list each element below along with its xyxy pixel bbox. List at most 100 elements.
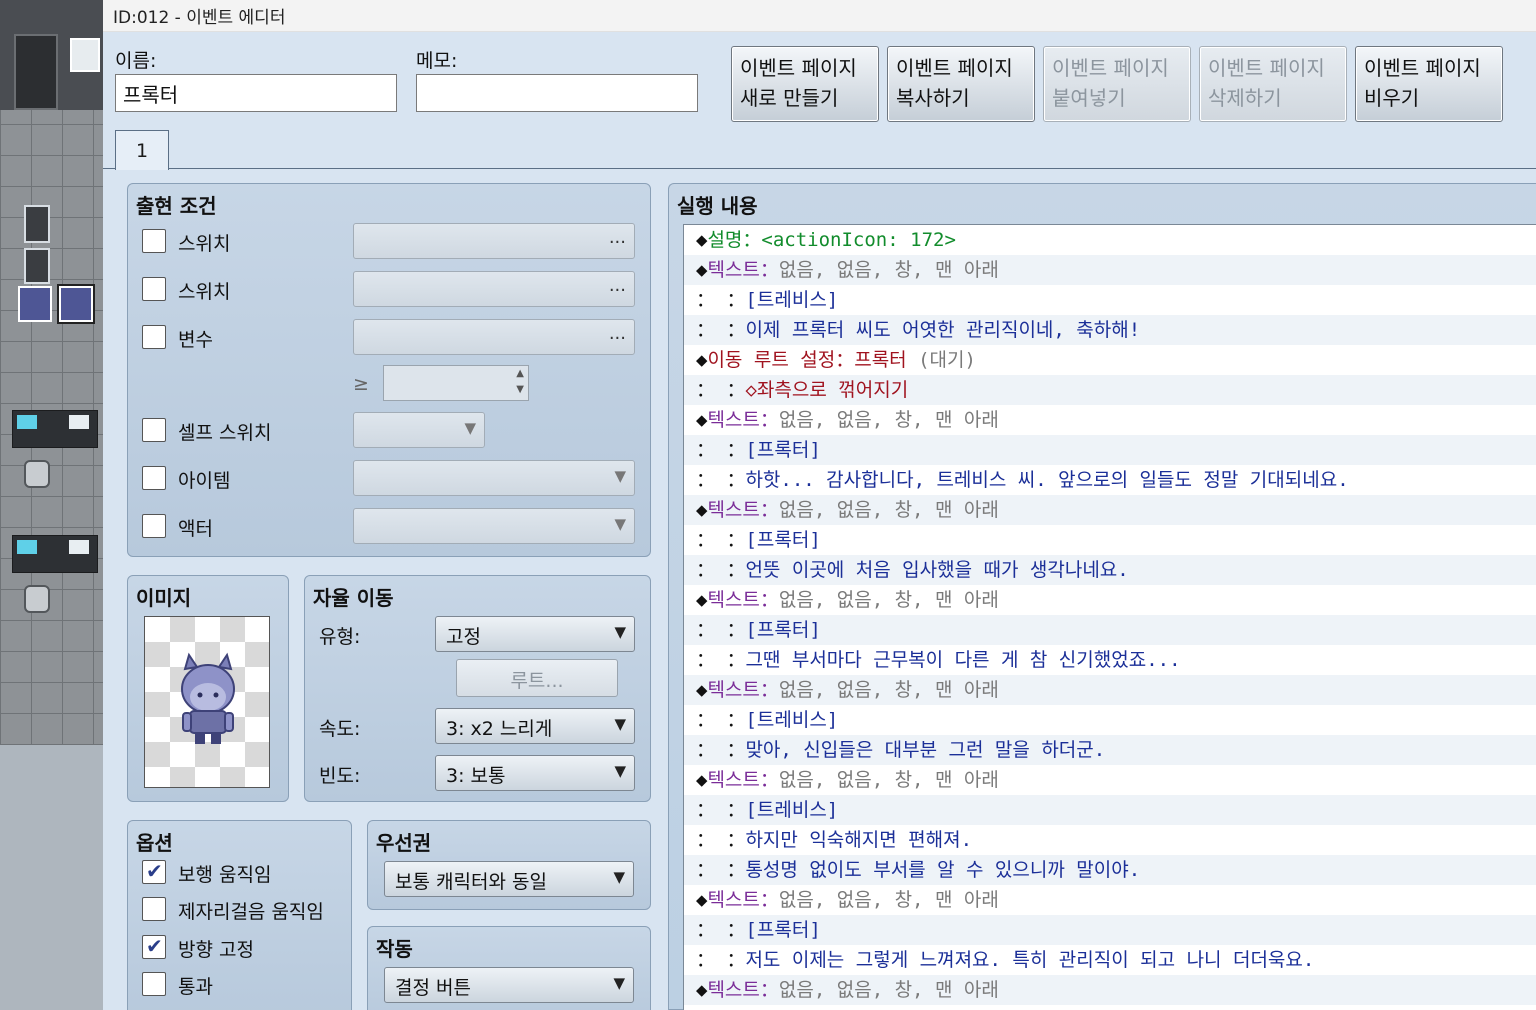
switch1-label: 스위치	[178, 233, 231, 255]
map-chair-icon	[24, 205, 50, 243]
move-speed-select[interactable]: 3: x2 느리게 ▼	[435, 708, 635, 744]
window-title: ID:012 - 이벤트 에디터	[113, 8, 286, 28]
name-input[interactable]: 프록터	[115, 74, 397, 112]
self-switch-select[interactable]: ▼	[353, 412, 485, 448]
command-row[interactable]: ◆텍스트：없음, 없음, 창, 맨 아래	[684, 255, 1536, 285]
gte-symbol: ≥	[353, 373, 369, 395]
delete-page-button-line2: 삭제하기	[1208, 86, 1282, 110]
route-button[interactable]: 루트...	[456, 659, 618, 697]
command-row[interactable]: ： ：언뜻 이곳에 처음 입사했을 때가 생각나네요.	[684, 555, 1536, 585]
command-segment: ◇좌측으로 꺾어지기	[745, 379, 909, 401]
command-row[interactable]: ◆텍스트：없음, 없음, 창, 맨 아래	[684, 885, 1536, 915]
command-segment: 텍스트：	[707, 589, 779, 611]
move-type-select[interactable]: 고정 ▼	[435, 616, 635, 652]
command-row[interactable]: ： ：그땐 부서마다 근무복이 다른 게 참 신기했었죠...	[684, 645, 1536, 675]
variable-value-spinner[interactable]: ▲ ▼	[383, 365, 529, 401]
command-segment: ： ：	[696, 529, 746, 551]
map-event-character[interactable]	[18, 286, 52, 322]
map-desk-icon	[12, 535, 98, 573]
autonomous-movement-title: 자율 이동	[313, 586, 394, 610]
stepping-animation-checkbox[interactable]	[142, 897, 166, 921]
command-segment: 텍스트：	[707, 259, 779, 281]
command-row[interactable]: ： ：[프록터]	[684, 525, 1536, 555]
command-segment: 텍스트：	[707, 499, 779, 521]
command-row[interactable]: ： ：[트레비스]	[684, 705, 1536, 735]
command-row[interactable]: ◆설명：<actionIcon: 172>	[684, 225, 1536, 255]
actor-checkbox[interactable]	[142, 514, 166, 538]
priority-select[interactable]: 보통 캐릭터와 동일 ▼	[384, 861, 634, 897]
map-event-character-selected[interactable]	[57, 284, 95, 324]
command-segment: 없음, 없음, 창, 맨 아래	[778, 259, 999, 281]
command-row[interactable]: ◆텍스트：없음, 없음, 창, 맨 아래	[684, 495, 1536, 525]
direction-fix-checkbox[interactable]	[142, 934, 166, 959]
paste-page-button[interactable]: 이벤트 페이지 붙여넣기	[1043, 46, 1191, 122]
self-switch-checkbox[interactable]	[142, 418, 166, 442]
command-segment: 저도 이제는 그렇게 느껴져요. 특히 관리직이 되고 나니 더더욱요.	[745, 949, 1315, 971]
command-segment: 없음, 없음, 창, 맨 아래	[778, 409, 999, 431]
character-image-selector[interactable]	[144, 616, 270, 788]
command-row[interactable]: ： ：맞아, 신입들은 대부분 그런 말을 하더군.	[684, 735, 1536, 765]
command-row[interactable]: ： ：저도 이제는 그렇게 느껴져요. 특히 관리직이 되고 나니 더더욱요.	[684, 945, 1536, 975]
command-row[interactable]: ： ：하핫... 감사합니다, 트레비스 씨. 앞으로의 일들도 정말 기대되네…	[684, 465, 1536, 495]
command-segment: ： ：	[696, 439, 746, 461]
map-clock-icon	[70, 38, 100, 72]
clear-page-button-line1: 이벤트 페이지	[1364, 56, 1481, 80]
command-row[interactable]: ： ：통성명 없이도 부서를 알 수 있으니까 말이야.	[684, 855, 1536, 885]
command-row[interactable]: ： ：[프록터]	[684, 435, 1536, 465]
command-row[interactable]: ◆이동 루트 설정：프록터 (대기)	[684, 345, 1536, 375]
switch1-checkbox[interactable]	[142, 229, 166, 253]
clear-page-button[interactable]: 이벤트 페이지 비우기	[1355, 46, 1503, 122]
command-row[interactable]: ◆텍스트：없음, 없음, 창, 맨 아래	[684, 405, 1536, 435]
tab-strip-line	[103, 168, 1536, 169]
switch2-checkbox[interactable]	[142, 277, 166, 301]
command-row[interactable]: ◆텍스트：없음, 없음, 창, 맨 아래	[684, 675, 1536, 705]
command-segment: ： ：	[696, 859, 746, 881]
move-frequency-label: 빈도:	[319, 765, 361, 787]
command-row[interactable]: ： ：이제 프록터 씨도 어엿한 관리직이네, 축하해!	[684, 315, 1536, 345]
copy-page-button-line1: 이벤트 페이지	[896, 56, 1013, 80]
switch2-select[interactable]: ...	[353, 271, 635, 307]
switch1-select[interactable]: ...	[353, 223, 635, 259]
command-segment: 이동 루트 설정：프록터	[707, 349, 919, 371]
command-segment: ： ：	[696, 949, 746, 971]
variable-checkbox[interactable]	[142, 325, 166, 349]
new-page-button[interactable]: 이벤트 페이지 새로 만들기	[731, 46, 879, 122]
walking-animation-checkbox[interactable]	[142, 859, 166, 884]
command-segment: [프록터]	[745, 619, 821, 641]
map-cabinet	[14, 34, 58, 110]
delete-page-button[interactable]: 이벤트 페이지 삭제하기	[1199, 46, 1347, 122]
command-segment: ◆	[696, 409, 708, 431]
spin-up-icon[interactable]: ▲	[516, 368, 524, 379]
command-segment: [트레비스]	[745, 709, 839, 731]
command-row[interactable]: ： ：[트레비스]	[684, 795, 1536, 825]
paste-page-button-line1: 이벤트 페이지	[1052, 56, 1169, 80]
copy-page-button[interactable]: 이벤트 페이지 복사하기	[887, 46, 1035, 122]
command-row[interactable]: ： ：◇좌측으로 꺾어지기	[684, 375, 1536, 405]
command-row[interactable]: ◆텍스트：없음, 없음, 창, 맨 아래	[684, 585, 1536, 615]
tab-page-1[interactable]: 1	[115, 130, 169, 170]
move-frequency-select[interactable]: 3: 보통 ▼	[435, 755, 635, 791]
trigger-select[interactable]: 결정 버튼 ▼	[384, 967, 634, 1003]
item-checkbox[interactable]	[142, 466, 166, 490]
command-row[interactable]: ： ：[프록터]	[684, 615, 1536, 645]
name-label: 이름:	[115, 50, 157, 72]
through-checkbox[interactable]	[142, 972, 166, 996]
chevron-down-icon: ▼	[613, 974, 625, 992]
command-row[interactable]: ： ：[트레비스]	[684, 285, 1536, 315]
memo-input[interactable]	[416, 74, 698, 112]
command-segment: 설명：	[707, 229, 762, 251]
command-list[interactable]: ◆설명：<actionIcon: 172> ◆텍스트：없음, 없음, 창, 맨 아…	[683, 224, 1536, 1010]
actor-select[interactable]: ▼	[353, 508, 635, 544]
command-row[interactable]: ： ：하지만 익숙해지면 편해져.	[684, 825, 1536, 855]
item-select[interactable]: ▼	[353, 460, 635, 496]
command-segment: (대기)	[918, 349, 976, 371]
command-row[interactable]: ◆텍스트：없음, 없음, 창, 맨 아래	[684, 975, 1536, 1005]
command-row[interactable]: ◆텍스트：없음, 없음, 창, 맨 아래	[684, 765, 1536, 795]
spin-down-icon[interactable]: ▼	[516, 384, 524, 395]
command-segment: ： ：	[696, 919, 746, 941]
image-group: 이미지	[127, 575, 289, 802]
variable-select[interactable]: ...	[353, 319, 635, 355]
memo-label: 메모:	[416, 50, 458, 72]
command-segment: ： ：	[696, 649, 746, 671]
command-row[interactable]: ： ：[프록터]	[684, 915, 1536, 945]
